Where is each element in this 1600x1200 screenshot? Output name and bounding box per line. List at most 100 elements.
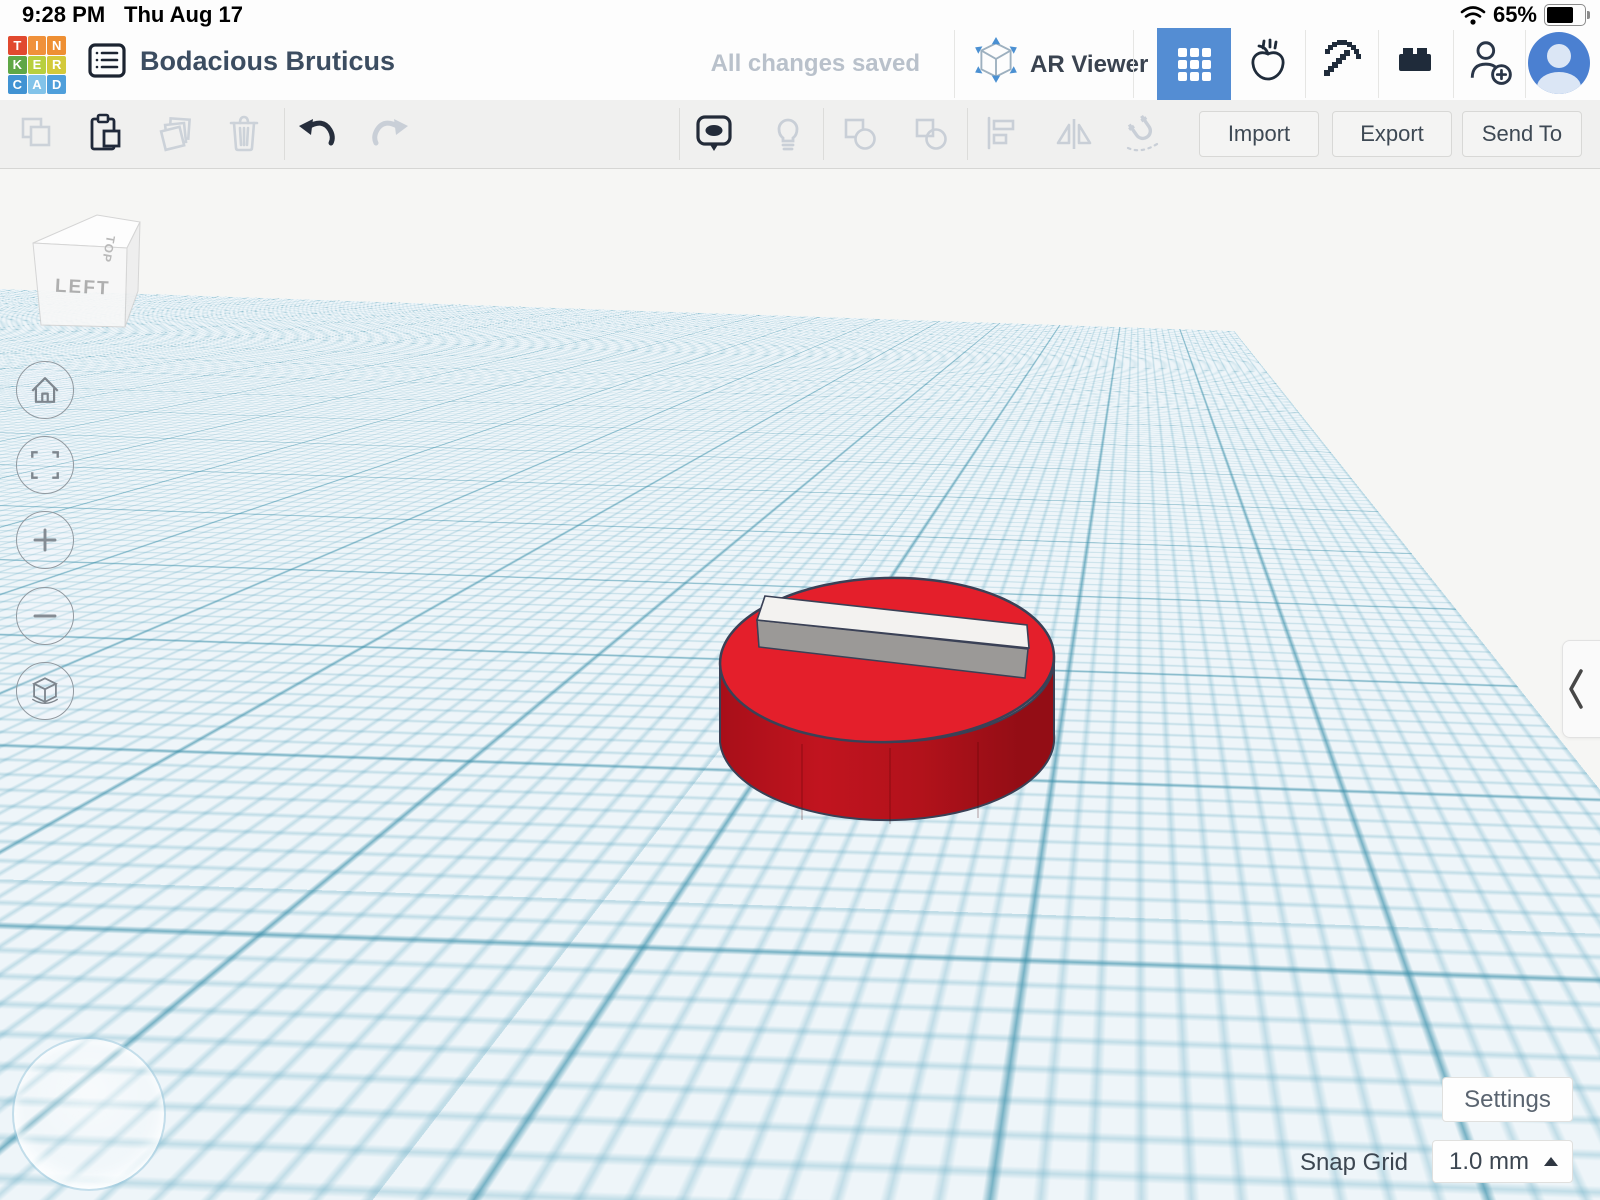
ios-status-bar: 9:28 PM Thu Aug 17 65% — [0, 0, 1600, 28]
perspective-cube-icon — [31, 677, 59, 704]
divider — [954, 30, 955, 98]
app-header: T I N K E R C A D Bodacious Bruticus All… — [0, 28, 1600, 100]
lightbulb-icon — [777, 118, 799, 151]
panel-collapse-handle[interactable] — [1562, 640, 1600, 738]
tinkercad-logo[interactable]: T I N K E R C A D — [8, 36, 66, 94]
design-properties-button[interactable] — [84, 37, 130, 83]
design-title[interactable]: Bodacious Bruticus — [140, 46, 395, 77]
magnet-snap-button[interactable] — [1121, 112, 1165, 156]
logo-tile: I — [27, 36, 47, 55]
fit-view-button[interactable] — [16, 436, 74, 494]
home-icon — [31, 377, 59, 403]
chevron-left-icon — [1569, 669, 1583, 709]
fit-view-icon — [31, 451, 59, 479]
settings-label: Settings — [1464, 1085, 1551, 1113]
logo-tile: N — [47, 36, 66, 55]
copy-button[interactable] — [16, 112, 60, 156]
divider — [1133, 30, 1134, 98]
lego-brick-icon — [1399, 48, 1431, 71]
align-icon — [987, 116, 1015, 150]
ungroup-button[interactable] — [909, 112, 953, 156]
save-status: All changes saved — [710, 50, 920, 77]
eye-bubble-icon — [696, 115, 732, 151]
zoom-out-button[interactable] — [16, 587, 74, 645]
logo-tile: C — [8, 75, 27, 94]
send-to-label: Send To — [1481, 121, 1563, 146]
divider — [679, 108, 680, 160]
logo-tile: D — [47, 75, 66, 94]
battery-icon — [1544, 4, 1590, 26]
home-view-button[interactable] — [16, 361, 74, 419]
delete-button[interactable] — [222, 112, 266, 156]
logo-tile: E — [27, 55, 47, 75]
zoom-in-button[interactable] — [16, 511, 74, 569]
copy-icon — [21, 117, 51, 147]
paste-button[interactable] — [83, 112, 127, 156]
ar-viewer-label[interactable]: AR Viewer — [1030, 51, 1148, 79]
view-cube[interactable]: TOP LEFT — [25, 209, 150, 344]
simlab-button[interactable] — [1245, 37, 1291, 83]
list-menu-icon — [88, 43, 126, 78]
caret-up-icon — [1544, 1157, 1558, 1166]
shapes-grid-icon — [1177, 47, 1211, 81]
send-to-button[interactable]: Send To — [1462, 111, 1582, 157]
pickaxe-icon — [1324, 40, 1361, 76]
import-button[interactable]: Import — [1199, 111, 1319, 157]
snap-grid-label: Snap Grid — [1299, 1149, 1408, 1176]
clock-date: Thu Aug 17 — [124, 2, 243, 27]
design-canvas[interactable]: TOP LEFT Settings Snap Grid 1.0 mm — [0, 169, 1600, 1200]
touch-bubble — [12, 1037, 166, 1191]
ortho-view-button[interactable] — [16, 662, 74, 720]
redo-icon — [372, 119, 408, 146]
avatar-person-icon — [1547, 44, 1571, 68]
group-button[interactable] — [838, 112, 882, 156]
wifi-icon — [1460, 6, 1486, 25]
logo-tile: A — [27, 75, 47, 94]
divider — [1378, 30, 1379, 98]
minus-icon — [33, 614, 57, 618]
plus-icon — [33, 528, 57, 552]
clock-time: 9:28 PM — [22, 2, 106, 27]
import-label: Import — [1227, 121, 1291, 146]
snap-grid-value: 1.0 mm — [1449, 1147, 1530, 1175]
logo-tile: R — [47, 55, 66, 75]
export-label: Export — [1360, 121, 1424, 146]
profile-avatar[interactable] — [1528, 32, 1590, 94]
person-add-icon — [1470, 41, 1512, 85]
apple-simlab-icon — [1251, 38, 1285, 81]
hide-button[interactable] — [766, 112, 810, 156]
model-cylinder[interactable] — [680, 546, 1100, 866]
snap-grid-dropdown[interactable]: 1.0 mm — [1432, 1140, 1573, 1183]
ungroup-icon — [915, 118, 947, 150]
show-all-button[interactable] — [692, 112, 736, 156]
ar-viewer-button[interactable] — [972, 37, 1020, 85]
minecraft-export-button[interactable] — [1319, 37, 1365, 83]
redo-button[interactable] — [367, 112, 411, 156]
divider — [1525, 30, 1526, 98]
duplicate-button[interactable] — [154, 112, 198, 156]
mirror-button[interactable] — [1052, 112, 1096, 156]
invite-collaborator-button[interactable] — [1466, 37, 1514, 85]
divider — [823, 108, 824, 160]
align-button[interactable] — [981, 112, 1025, 156]
export-button[interactable]: Export — [1332, 111, 1452, 157]
divider — [967, 108, 968, 160]
brick-export-button[interactable] — [1392, 37, 1438, 83]
tinkercad-app: TOP LEFT Settings Snap Grid 1.0 mm 9:28 … — [0, 0, 1600, 1200]
group-icon — [844, 118, 876, 150]
divider — [284, 108, 285, 160]
logo-tile: K — [8, 55, 27, 75]
view-cube-left-label: LEFT — [54, 276, 111, 300]
paste-icon — [90, 113, 121, 151]
basic-shapes-button[interactable] — [1157, 28, 1231, 100]
mirror-flip-icon — [1056, 119, 1092, 149]
ar-cube-icon — [975, 37, 1017, 83]
settings-button[interactable]: Settings — [1442, 1077, 1573, 1122]
magnet-icon — [1126, 114, 1159, 152]
divider — [1453, 30, 1454, 98]
edit-toolbar: Import Export Send To — [0, 100, 1600, 169]
trash-icon — [229, 115, 259, 152]
undo-button[interactable] — [296, 112, 340, 156]
undo-icon — [299, 119, 335, 146]
view-cube-top-face[interactable] — [32, 214, 141, 249]
